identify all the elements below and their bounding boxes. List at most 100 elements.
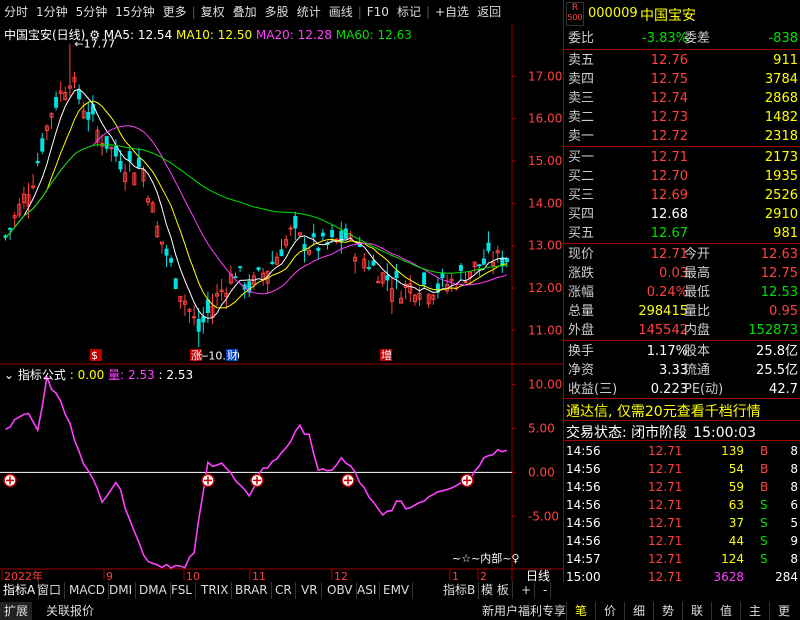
- indicator-value3: : 2.53: [158, 368, 194, 382]
- indicator-tab-11[interactable]: ASI: [354, 582, 381, 599]
- quote-row: 现价 12.71 今开 12.63: [566, 245, 800, 264]
- quote-value2: 0.95: [769, 304, 798, 319]
- right-tab-0[interactable]: 笔: [566, 602, 595, 620]
- ma5-label: MA5: 12.54: [103, 28, 173, 42]
- toolbar-item-9[interactable]: 画线: [325, 0, 357, 24]
- tick-vol: 44: [728, 534, 744, 548]
- indicator-tab-2[interactable]: MACD: [66, 582, 109, 599]
- toolbar-item-0[interactable]: 分时: [0, 0, 32, 24]
- indicator-value2: 量: 2.53: [108, 368, 155, 382]
- bid-row[interactable]: 买三 12.69 2526: [566, 186, 800, 205]
- candle-body: [458, 265, 463, 271]
- bid-row[interactable]: 买二 12.70 1935: [566, 167, 800, 186]
- indicator-tab-3[interactable]: DMI: [106, 582, 137, 599]
- bid-row[interactable]: 买五 12.67 981: [566, 224, 800, 243]
- candle-body: [366, 267, 371, 270]
- tick-time: 15:00: [566, 570, 601, 584]
- toolbar-item-8[interactable]: 统计: [293, 0, 325, 24]
- stat-row: 收益(三) 0.223 PE(动) 42.7: [566, 380, 800, 399]
- bottom-bar: 指标A 窗口 MACD DMI DMA FSL TRIX BRAR CR VR OBV ASI EMV 指…: [0, 582, 800, 620]
- toolbar-item-2[interactable]: 5分钟: [72, 0, 112, 24]
- candle-body: [481, 258, 486, 265]
- date-tick-label: 2: [480, 570, 487, 582]
- indicator-tab-7[interactable]: BRAR: [232, 582, 272, 599]
- tick-price: 12.71: [648, 516, 683, 530]
- candle-body: [385, 275, 390, 281]
- cross-signal-icon[interactable]: [341, 473, 355, 488]
- indicator-menu-icon[interactable]: ⌄: [4, 368, 14, 382]
- tick-side: B: [760, 444, 769, 458]
- indicator-tab-4[interactable]: DMA: [136, 582, 171, 599]
- toolbar-item-4[interactable]: 更多: [159, 0, 191, 24]
- indicator-tab-9[interactable]: VR: [298, 582, 322, 599]
- toolbar-item-10[interactable]: F10: [363, 0, 393, 24]
- tick-count: 8: [790, 444, 798, 458]
- right-tab-4[interactable]: 联: [682, 602, 711, 620]
- ask-row[interactable]: 卖二 12.73 1482: [566, 108, 800, 127]
- bid-row[interactable]: 买一 12.71 2173: [566, 148, 800, 167]
- event-marker[interactable]: $: [91, 349, 98, 362]
- ask-price: 12.76: [650, 53, 688, 68]
- price-tick-label: 15.00: [528, 154, 562, 168]
- kline-chart[interactable]: 17.0016.0015.0014.0013.0012.0011.0010.00…: [0, 24, 563, 582]
- expand-button[interactable]: 扩展: [0, 602, 33, 620]
- indicator-tab-1[interactable]: 窗口: [34, 582, 66, 599]
- ask-row[interactable]: 卖四 12.75 3784: [566, 70, 800, 89]
- right-tab-5[interactable]: 值: [711, 602, 740, 620]
- right-tab-6[interactable]: 主: [740, 602, 769, 620]
- new-user-link[interactable]: 新用户福利专享: [478, 602, 570, 620]
- indicator-tab-6[interactable]: TRIX: [198, 582, 233, 599]
- ask-row[interactable]: 卖一 12.72 2318: [566, 127, 800, 146]
- period-label[interactable]: 日线: [526, 569, 550, 582]
- candle-body: [279, 249, 284, 257]
- indicator-name[interactable]: 指标公式: [18, 368, 66, 382]
- module-tab[interactable]: 模 板: [478, 582, 513, 599]
- toolbar-item-11[interactable]: 标记: [393, 0, 425, 24]
- bid-row[interactable]: 买四 12.68 2910: [566, 205, 800, 224]
- toolbar-item-6[interactable]: 叠加: [229, 0, 261, 24]
- indicator-tab-5[interactable]: FSL: [168, 582, 196, 599]
- tick-count: 284: [775, 570, 798, 584]
- ma20-line: [5, 125, 508, 295]
- right-tab-2[interactable]: 细: [624, 602, 653, 620]
- cross-signal-icon[interactable]: [250, 473, 264, 488]
- candle-body: [196, 318, 201, 332]
- bid-label: 买三: [568, 188, 595, 203]
- ind-tick-label: 0.00: [528, 465, 555, 479]
- toolbar-item-7[interactable]: 多股: [261, 0, 293, 24]
- event-marker[interactable]: 增: [381, 348, 392, 362]
- toolbar-item-5[interactable]: 复权: [197, 0, 229, 24]
- cross-signal-icon[interactable]: [201, 473, 215, 488]
- divider-bid: [563, 243, 800, 244]
- inner-label: ~☆~内部~♀: [452, 552, 520, 565]
- promo-link[interactable]: 通达信, 仅需20元查看千档行情: [566, 401, 761, 421]
- indicator-tab-10[interactable]: OBV: [324, 582, 357, 599]
- right-tab-1[interactable]: 价: [595, 602, 624, 620]
- minus-button[interactable]: -: [540, 582, 552, 599]
- ask-row[interactable]: 卖五 12.76 911: [566, 51, 800, 70]
- cross-signal-icon[interactable]: [3, 473, 17, 488]
- plus-button[interactable]: +: [518, 582, 536, 599]
- indicator-tab-8[interactable]: CR: [272, 582, 296, 599]
- toolbar-item-1[interactable]: 1分钟: [32, 0, 72, 24]
- right-tab-7[interactable]: 更: [769, 602, 798, 620]
- indicator-b-tab[interactable]: 指标B: [440, 582, 480, 599]
- tick-price: 12.71: [648, 444, 683, 458]
- event-marker[interactable]: 涨: [191, 349, 202, 362]
- indicator-tab-12[interactable]: EMV: [380, 582, 414, 599]
- bid-vol: 2526: [764, 188, 798, 203]
- right-tab-3[interactable]: 势: [653, 602, 682, 620]
- tick-row: 14:56 12.71 63 S 6: [564, 496, 800, 514]
- settings-icon[interactable]: ⚙: [89, 28, 100, 42]
- candle-body: [113, 146, 118, 157]
- tick-price: 12.71: [648, 480, 683, 494]
- bid-price: 12.69: [650, 188, 688, 203]
- toolbar-item-3[interactable]: 15分钟: [111, 0, 158, 24]
- event-marker[interactable]: 财: [227, 348, 238, 362]
- related-quote-button[interactable]: 关联报价: [42, 602, 98, 620]
- cross-signal-icon[interactable]: [460, 473, 474, 488]
- stat-row: 换手 1.17% 股本 25.8亿: [566, 342, 800, 361]
- toolbar-item-12[interactable]: +自选: [431, 0, 473, 24]
- toolbar-item-13[interactable]: 返回: [473, 0, 505, 24]
- ask-row[interactable]: 卖三 12.74 2868: [566, 89, 800, 108]
